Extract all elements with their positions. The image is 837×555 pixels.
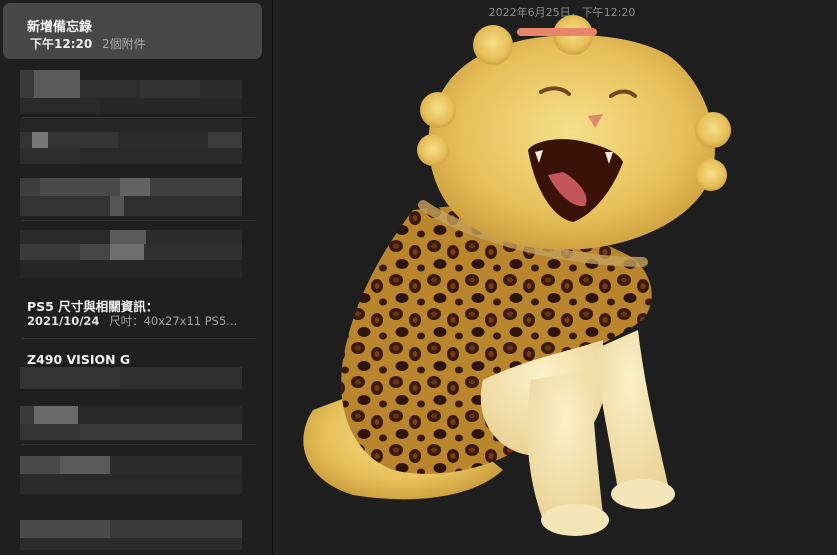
- note-preview: 尺吋：40x27x11 PS5...: [109, 314, 238, 328]
- cat-photo-icon: [303, 15, 731, 536]
- divider: [22, 338, 256, 339]
- note-date: 2021/10/24: [27, 314, 100, 328]
- note-time: 下午12:20: [30, 37, 93, 51]
- redacted-note-1[interactable]: [20, 70, 242, 114]
- note-meta: 下午12:20 2個附件: [30, 35, 146, 52]
- redacted-note-5[interactable]: [20, 367, 242, 389]
- redacted-note-4[interactable]: [20, 230, 242, 278]
- divider: [22, 444, 256, 445]
- redacted-note-6[interactable]: [20, 406, 242, 440]
- note-item-selected[interactable]: 新增備忘錄 下午12:20 2個附件: [3, 3, 262, 59]
- redacted-note-2[interactable]: [20, 118, 242, 164]
- divider: [22, 220, 256, 221]
- redacted-note-8[interactable]: [20, 520, 242, 550]
- note-subtitle: 2021/10/24 尺吋：40x27x11 PS5...: [27, 313, 237, 329]
- note-title[interactable]: Z490 VISION G: [27, 352, 130, 367]
- redacted-note-3[interactable]: [20, 178, 242, 216]
- note-title: 新增備忘錄: [27, 20, 93, 35]
- redacted-note-7[interactable]: [20, 456, 242, 494]
- note-attachments: 2個附件: [102, 37, 146, 51]
- note-editor[interactable]: 2022年6月25日，下午12:20: [273, 0, 837, 555]
- notes-sidebar: 新增備忘錄 下午12:20 2個附件 PS5 尺寸與相關資訊： 2021/10/…: [0, 0, 273, 555]
